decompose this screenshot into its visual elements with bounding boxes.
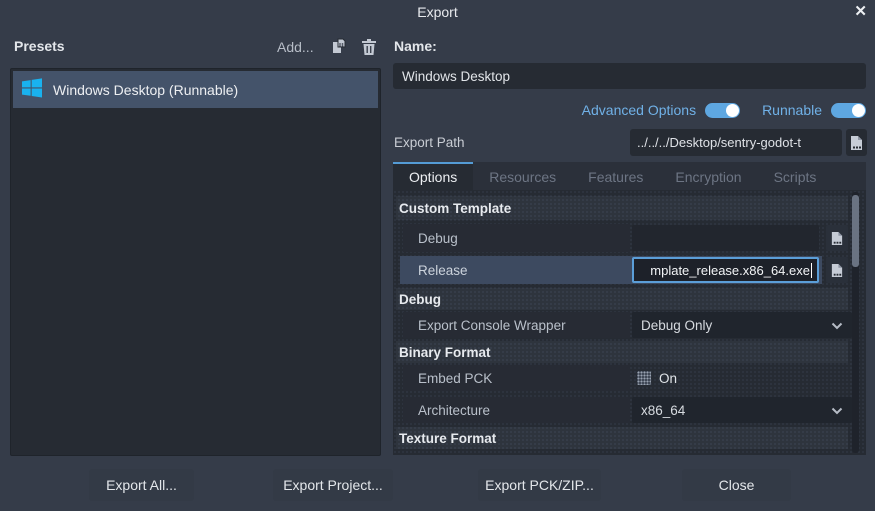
section-header-label: Custom Template — [399, 201, 511, 216]
presets-heading: Presets — [14, 38, 65, 54]
property-label-text: Export Console Wrapper — [418, 318, 566, 333]
release-template-input[interactable]: mplate_release.x86_64.exe — [632, 257, 819, 283]
property-label-architecture: Architecture — [403, 397, 630, 423]
preset-item-windows-desktop[interactable]: Windows Desktop (Runnable) — [13, 71, 378, 108]
file-browse-icon — [830, 231, 844, 246]
section-header-texture-format: Texture Format — [396, 427, 848, 449]
section-header-custom-template: Custom Template — [396, 196, 848, 220]
dialog-title: Export — [0, 4, 875, 20]
tab-options[interactable]: Options — [393, 162, 473, 190]
dropdown-value: Debug Only — [641, 318, 712, 333]
embed-pck-value[interactable]: On — [659, 371, 677, 386]
export-dialog: Export ✕ Presets Add... — [0, 0, 875, 511]
runnable-label: Runnable — [762, 102, 822, 118]
section-header-binary-format: Binary Format — [396, 341, 848, 363]
tab-features[interactable]: Features — [572, 162, 659, 190]
section-header-debug: Debug — [396, 288, 848, 310]
button-label: Export All... — [106, 477, 177, 493]
tab-label: Features — [588, 169, 643, 185]
export-path-browse-button[interactable] — [846, 129, 867, 156]
export-path-label: Export Path — [394, 135, 465, 150]
tab-bar: Options Resources Features Encryption Sc… — [393, 162, 866, 190]
export-path-input[interactable]: ../../../Desktop/sentry-godot-t — [630, 129, 842, 156]
checkbox-value-text: On — [659, 371, 677, 386]
architecture-dropdown[interactable]: x86_64 — [632, 397, 852, 423]
export-all-button[interactable]: Export All... — [89, 469, 194, 501]
property-label-embed-pck: Embed PCK — [403, 365, 630, 391]
advanced-options-label: Advanced Options — [582, 102, 696, 118]
preset-list: Windows Desktop (Runnable) — [10, 68, 381, 456]
tab-resources[interactable]: Resources — [473, 162, 572, 190]
chevron-down-icon — [831, 318, 843, 333]
release-template-value: mplate_release.x86_64.exe — [650, 263, 810, 278]
export-project-button[interactable]: Export Project... — [273, 469, 393, 501]
duplicate-preset-icon[interactable] — [330, 38, 348, 56]
section-header-label: Texture Format — [399, 431, 496, 446]
property-label-debug: Debug — [403, 224, 630, 252]
add-preset-button[interactable]: Add... — [277, 39, 314, 55]
property-label-text: Architecture — [418, 403, 490, 418]
property-label-export-console-wrapper: Export Console Wrapper — [403, 312, 630, 338]
tab-label: Encryption — [675, 169, 741, 185]
toggles-row: Advanced Options Runnable — [393, 99, 866, 121]
button-label: Export Project... — [283, 477, 383, 493]
options-scrollbar-thumb[interactable] — [852, 195, 859, 267]
tab-scripts[interactable]: Scripts — [758, 162, 833, 190]
name-input[interactable]: Windows Desktop — [393, 63, 866, 89]
delete-preset-icon[interactable] — [360, 38, 378, 56]
toggle-knob — [852, 104, 865, 117]
runnable-toggle[interactable] — [831, 103, 866, 118]
preset-item-label: Windows Desktop (Runnable) — [53, 82, 238, 98]
tab-encryption[interactable]: Encryption — [659, 162, 757, 190]
file-browse-icon — [849, 135, 864, 151]
button-label: Export PCK/ZIP... — [485, 477, 594, 493]
chevron-down-icon — [831, 403, 843, 418]
close-icon[interactable]: ✕ — [854, 2, 867, 20]
export-console-wrapper-dropdown[interactable]: Debug Only — [632, 312, 852, 338]
text-caret — [811, 263, 812, 278]
windows-logo-icon — [21, 77, 43, 102]
property-label-text: Release — [418, 263, 468, 278]
tab-label: Options — [409, 169, 457, 185]
button-label: Close — [719, 477, 755, 493]
section-header-label: Debug — [399, 292, 441, 307]
toggle-knob — [726, 104, 739, 117]
close-button[interactable]: Close — [682, 469, 791, 501]
export-pck-zip-button[interactable]: Export PCK/ZIP... — [478, 469, 601, 501]
options-panel: Custom Template Debug Release mplate_rel… — [393, 190, 866, 455]
debug-template-browse-button[interactable] — [826, 225, 848, 251]
property-label-text: Debug — [418, 231, 458, 246]
tab-label: Resources — [489, 169, 556, 185]
tab-label: Scripts — [774, 169, 817, 185]
section-header-label: Binary Format — [399, 345, 491, 360]
export-path-value: ../../../Desktop/sentry-godot-t — [637, 135, 801, 150]
file-browse-icon — [830, 263, 844, 278]
dropdown-value: x86_64 — [641, 403, 685, 418]
name-label: Name: — [394, 38, 437, 54]
release-template-browse-button[interactable] — [826, 257, 848, 283]
advanced-options-toggle[interactable] — [705, 103, 740, 118]
embed-pck-checkbox[interactable] — [637, 371, 651, 385]
debug-template-input[interactable] — [632, 225, 819, 251]
property-label-text: Embed PCK — [418, 371, 492, 386]
name-input-value: Windows Desktop — [402, 69, 510, 84]
